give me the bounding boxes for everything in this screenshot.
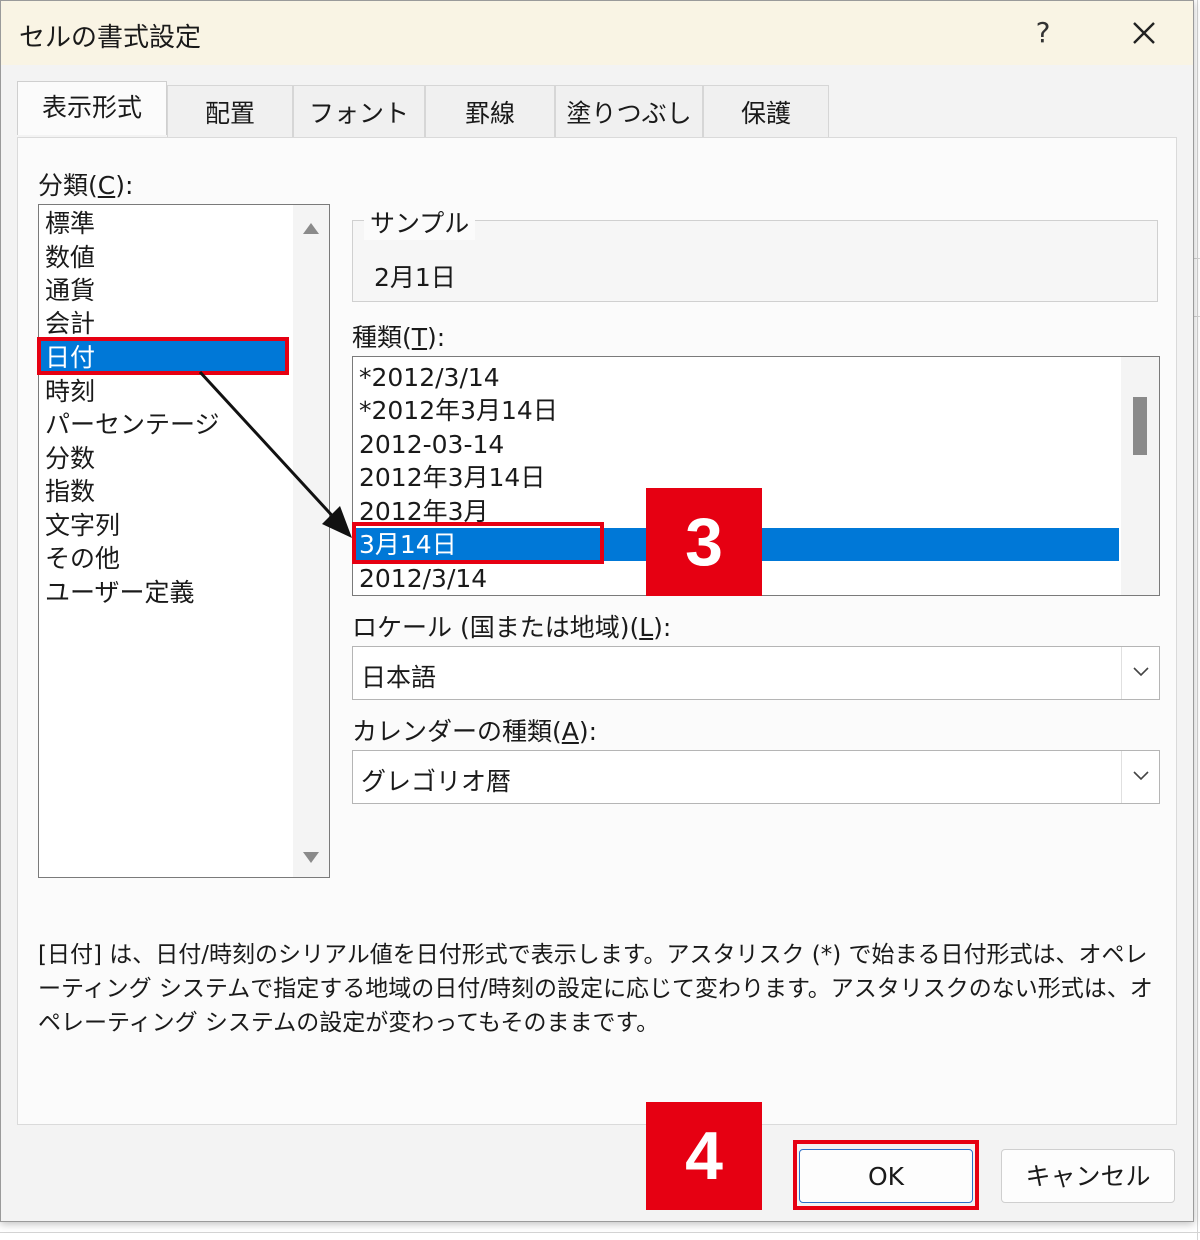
calendar-dropdown-button[interactable] <box>1121 751 1159 803</box>
list-item[interactable]: その他 <box>45 542 120 575</box>
locale-label: ロケール (国または地域)(L): <box>352 613 672 642</box>
list-item[interactable]: 文字列 <box>45 509 120 542</box>
scroll-down-icon[interactable] <box>303 852 319 863</box>
help-button[interactable]: ? <box>1021 11 1065 55</box>
category-scrollbar[interactable] <box>293 205 329 877</box>
locale-dropdown-button[interactable] <box>1121 647 1159 699</box>
tab-panel-number-format: 分類(C): 標準 数値 通貨 会計 日付 時刻 パーセンテージ 分数 指数 文… <box>17 137 1177 1125</box>
list-item[interactable]: 2012年3月14日 <box>359 461 545 494</box>
list-item[interactable]: 指数 <box>45 475 95 508</box>
step-3-badge: 3 <box>646 488 762 596</box>
title-bar[interactable]: セルの書式設定 ? <box>1 1 1193 65</box>
type-scrollbar[interactable] <box>1121 357 1159 595</box>
list-item-selected[interactable]: 日付 <box>41 341 289 374</box>
tab-alignment[interactable]: 配置 <box>167 85 293 137</box>
chevron-down-icon <box>1133 667 1149 677</box>
list-item[interactable]: 数値 <box>45 241 95 274</box>
tab-protection[interactable]: 保護 <box>703 85 829 137</box>
list-item[interactable]: 2012-03-14 <box>359 428 504 461</box>
scroll-thumb[interactable] <box>1133 397 1147 455</box>
grid-line <box>0 1232 1200 1233</box>
grid-line <box>1197 0 1198 1240</box>
list-item[interactable]: 2012/3/14 <box>359 562 487 595</box>
locale-dropdown[interactable]: 日本語 <box>352 646 1160 700</box>
list-item[interactable]: 分数 <box>45 442 95 475</box>
category-list[interactable]: 標準 数値 通貨 会計 日付 時刻 パーセンテージ 分数 指数 文字列 その他 … <box>38 204 330 878</box>
sample-value: 2月1日 <box>374 263 456 292</box>
list-item[interactable]: 2012年3月 <box>359 495 489 528</box>
list-item[interactable]: 通貨 <box>45 274 95 307</box>
list-item[interactable]: 標準 <box>45 207 95 240</box>
list-item[interactable]: 時刻 <box>45 375 95 408</box>
calendar-dropdown[interactable]: グレゴリオ暦 <box>352 750 1160 804</box>
sample-label: サンプル <box>364 204 476 240</box>
list-item[interactable]: 会計 <box>45 307 95 340</box>
chevron-down-icon <box>1133 771 1149 781</box>
type-label: 種類(T): <box>352 323 446 352</box>
list-item[interactable]: *2012年3月14日 <box>359 394 558 427</box>
list-item[interactable]: パーセンテージ <box>45 408 220 441</box>
dialog-title: セルの書式設定 <box>19 23 202 53</box>
calendar-label: カレンダーの種類(A): <box>352 717 598 746</box>
list-item[interactable]: *2012/3/14 <box>359 361 500 394</box>
tab-border[interactable]: 罫線 <box>425 85 555 137</box>
step-4-badge: 4 <box>646 1102 762 1210</box>
tab-font[interactable]: フォント <box>293 85 425 137</box>
locale-value: 日本語 <box>361 663 437 692</box>
tab-number-format[interactable]: 表示形式 <box>17 81 167 135</box>
tab-fill[interactable]: 塗りつぶし <box>555 85 703 137</box>
close-button[interactable] <box>1119 11 1169 55</box>
calendar-value: グレゴリオ暦 <box>361 767 512 796</box>
close-icon <box>1133 22 1155 44</box>
cancel-button[interactable]: キャンセル <box>1001 1149 1175 1203</box>
list-item[interactable]: ユーザー定義 <box>45 576 195 609</box>
ok-button[interactable]: OK <box>799 1149 973 1203</box>
scroll-up-icon[interactable] <box>303 223 319 234</box>
category-label: 分類(C): <box>38 171 134 200</box>
format-cells-dialog: セルの書式設定 ? 表示形式 配置 フォント 罫線 塗りつぶし 保護 分類(C)… <box>0 0 1194 1222</box>
format-description: [日付] は、日付/時刻のシリアル値を日付形式で表示します。アスタリスク (*)… <box>38 942 1153 1036</box>
